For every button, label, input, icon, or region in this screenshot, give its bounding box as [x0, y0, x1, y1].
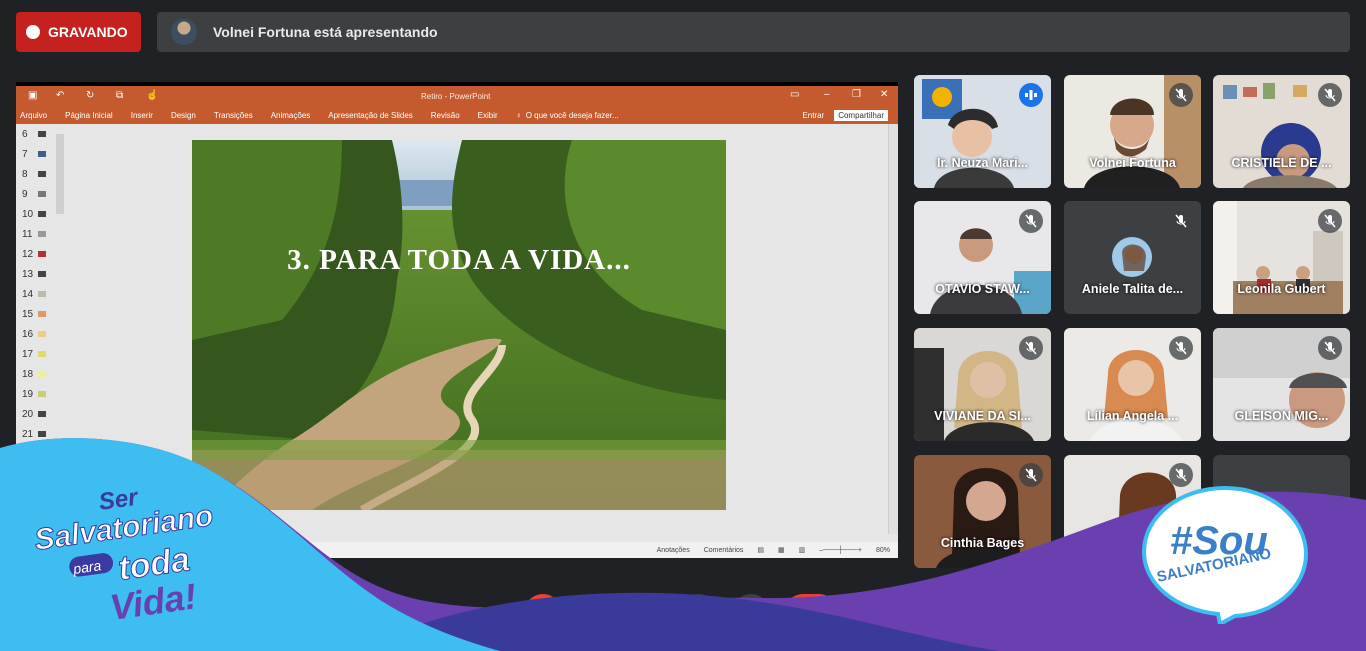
meet-screen: GRAVANDO Volnei Fortuna está apresentand… [0, 0, 1366, 651]
svg-text:para: para [71, 557, 102, 577]
sou-salvatoriano-badge: #Sou SALVATORIANO [1141, 485, 1309, 624]
ser-salvatoriano-logo: Ser Salvatoriano para toda Vida! [32, 484, 216, 628]
